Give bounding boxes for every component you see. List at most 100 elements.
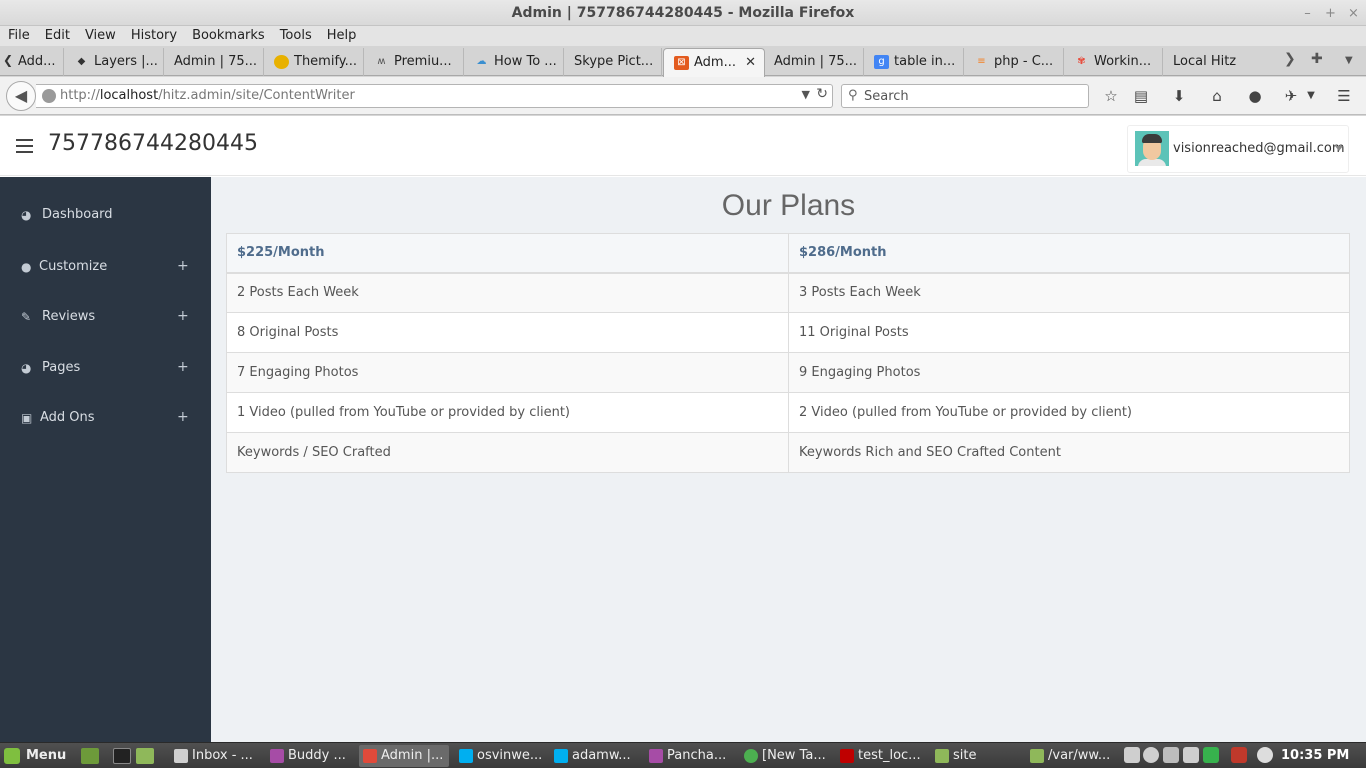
taskbar-window-8[interactable]: site: [931, 745, 1021, 767]
files-icon[interactable]: [136, 748, 154, 764]
sidebar-item-pages[interactable]: ◕ Pages +: [0, 343, 211, 393]
pen-icon[interactable]: [1163, 747, 1179, 763]
url-text[interactable]: http://localhost/hitz.admin/site/Content…: [60, 85, 355, 107]
tab-list-icon[interactable]: ▼: [1345, 55, 1353, 66]
sidebar-item-reviews[interactable]: ✎ Reviews +: [0, 292, 211, 342]
sidebar-toggle-icon[interactable]: [16, 139, 33, 153]
taskbar-window-9[interactable]: /var/ww...: [1026, 745, 1116, 767]
user-menu[interactable]: visionreached@gmail.com: [1127, 125, 1349, 173]
volume-icon[interactable]: [1183, 747, 1199, 763]
folder-icon: [935, 748, 949, 763]
tab-10[interactable]: ≡ php - C...: [964, 48, 1064, 76]
reload-icon[interactable]: ↻: [816, 86, 828, 102]
window-controls: – + ×: [1301, 0, 1360, 26]
menu-file[interactable]: File: [0, 26, 37, 46]
sidebar-item-dashboard[interactable]: ◕ Dashboard: [0, 190, 211, 240]
sidebar-item-add-ons[interactable]: ▣ Add Ons +: [0, 393, 211, 443]
expand-plus-icon[interactable]: +: [177, 308, 189, 324]
search-input[interactable]: [864, 87, 1084, 105]
tab-scroll-left-icon[interactable]: ❮: [3, 53, 13, 67]
sidebar-item-label: Customize: [39, 259, 108, 274]
tab-7-active[interactable]: ⊠ Adm... ✕: [663, 48, 765, 77]
envato-icon: ʍ: [377, 55, 386, 67]
reading-list-icon[interactable]: ▤: [1131, 86, 1151, 106]
window-titlebar: Admin | 757786744280445 - Mozilla Firefo…: [0, 0, 1366, 26]
url-dropdown-icon[interactable]: ▼: [802, 88, 810, 101]
tab-label: Admin | 75...: [774, 54, 858, 69]
menu-tools[interactable]: Tools: [272, 26, 319, 46]
tab-11[interactable]: ✾ Workin...: [1064, 48, 1163, 76]
tab-2[interactable]: Admin | 75...: [164, 48, 264, 76]
close-window-button[interactable]: ×: [1347, 6, 1360, 21]
table-row: 1 Video (pulled from YouTube or provided…: [226, 392, 1350, 433]
user-status-icon[interactable]: [1143, 747, 1159, 763]
sidebar-item-customize[interactable]: ● Customize +: [0, 242, 211, 292]
extension-icon[interactable]: ✈: [1281, 86, 1301, 106]
sidebar-item-label: Add Ons: [40, 410, 95, 425]
sidebar-item-label: Reviews: [42, 309, 96, 324]
search-bar[interactable]: ⚲: [841, 84, 1089, 108]
shield-icon[interactable]: [1231, 747, 1247, 763]
taskbar-window-1[interactable]: Buddy ...: [266, 745, 356, 767]
taskbar-window-3[interactable]: osvinwe...: [455, 745, 545, 767]
tab-scroll-right-icon[interactable]: ❯: [1284, 51, 1296, 67]
url-bar[interactable]: http://localhost/hitz.admin/site/Content…: [36, 84, 833, 108]
taskbar-clock[interactable]: 10:35 PM: [1281, 743, 1349, 768]
taskbar-window-label: Pancha...: [667, 748, 727, 763]
update-check-icon[interactable]: [1203, 747, 1219, 763]
menu-help[interactable]: Help: [319, 26, 364, 46]
home-icon[interactable]: ⌂: [1207, 86, 1227, 106]
table-row: 2 Posts Each Week 3 Posts Each Week: [226, 272, 1350, 313]
new-tab-icon[interactable]: ✚: [1311, 51, 1323, 67]
table-row: 8 Original Posts 11 Original Posts: [226, 312, 1350, 353]
taskbar-window-6[interactable]: [New Ta...: [740, 745, 830, 767]
table-header-row: $225/Month $286/Month: [226, 233, 1350, 274]
taskbar-window-5[interactable]: Pancha...: [645, 745, 735, 767]
expand-plus-icon[interactable]: +: [177, 409, 189, 425]
taskbar-window-7[interactable]: test_loc...: [836, 745, 926, 767]
tab-3[interactable]: Themify...: [264, 48, 364, 76]
chat-icon[interactable]: ●: [1245, 86, 1265, 106]
tab-12[interactable]: Local Hitz: [1163, 48, 1263, 76]
tab-1[interactable]: ◆ Layers |...: [64, 48, 164, 76]
taskbar-window-label: /var/ww...: [1048, 748, 1111, 763]
close-tab-icon[interactable]: ✕: [745, 49, 756, 77]
tab-0[interactable]: Add...: [14, 48, 64, 76]
terminal-icon[interactable]: [113, 748, 131, 764]
network-icon[interactable]: [1124, 747, 1140, 763]
tab-4[interactable]: ʍ Premiu...: [364, 48, 464, 76]
bookmark-star-icon[interactable]: ☆: [1101, 86, 1121, 106]
tab-label: Add...: [18, 54, 56, 69]
menu-edit[interactable]: Edit: [37, 26, 77, 46]
hamburger-menu-icon[interactable]: ☰: [1334, 86, 1354, 106]
tab-8[interactable]: Admin | 75...: [764, 48, 864, 76]
expand-plus-icon[interactable]: +: [177, 359, 189, 375]
tab-label: Premiu...: [394, 54, 452, 69]
taskbar-window-0[interactable]: Inbox - ...: [170, 745, 260, 767]
download-icon[interactable]: ⬇: [1169, 86, 1189, 106]
taskbar-window-2-active[interactable]: Admin |...: [359, 745, 449, 767]
tab-9[interactable]: g table in...: [864, 48, 964, 76]
url-host: localhost: [99, 88, 159, 103]
start-menu-button[interactable]: Menu: [4, 746, 66, 766]
menu-view[interactable]: View: [77, 26, 123, 46]
page-title: Our Plans: [721, 189, 856, 222]
taskbar-window-4[interactable]: adamw...: [550, 745, 640, 767]
minimize-button[interactable]: –: [1301, 6, 1314, 21]
tab-6[interactable]: Skype Pict...: [564, 48, 662, 76]
menu-bookmarks[interactable]: Bookmarks: [184, 26, 272, 46]
avatar: [1135, 131, 1169, 166]
expand-plus-icon[interactable]: +: [177, 258, 189, 274]
menu-history[interactable]: History: [123, 26, 184, 46]
main-content: Our Plans $225/Month $286/Month 2 Posts …: [211, 177, 1366, 742]
table-row: Keywords / SEO Crafted Keywords Rich and…: [226, 432, 1350, 473]
show-desktop-icon[interactable]: [81, 748, 99, 764]
tab-5[interactable]: ☁ How To ...: [464, 48, 564, 76]
tab-label: table in...: [894, 54, 956, 69]
back-button[interactable]: ◀: [6, 81, 36, 111]
extension-dropdown-icon[interactable]: ▼: [1301, 86, 1321, 106]
clock-icon[interactable]: [1257, 747, 1273, 763]
table-cell: Keywords Rich and SEO Crafted Content: [788, 432, 1350, 473]
maximize-button[interactable]: +: [1324, 6, 1337, 21]
site-identity-icon[interactable]: [42, 89, 56, 103]
